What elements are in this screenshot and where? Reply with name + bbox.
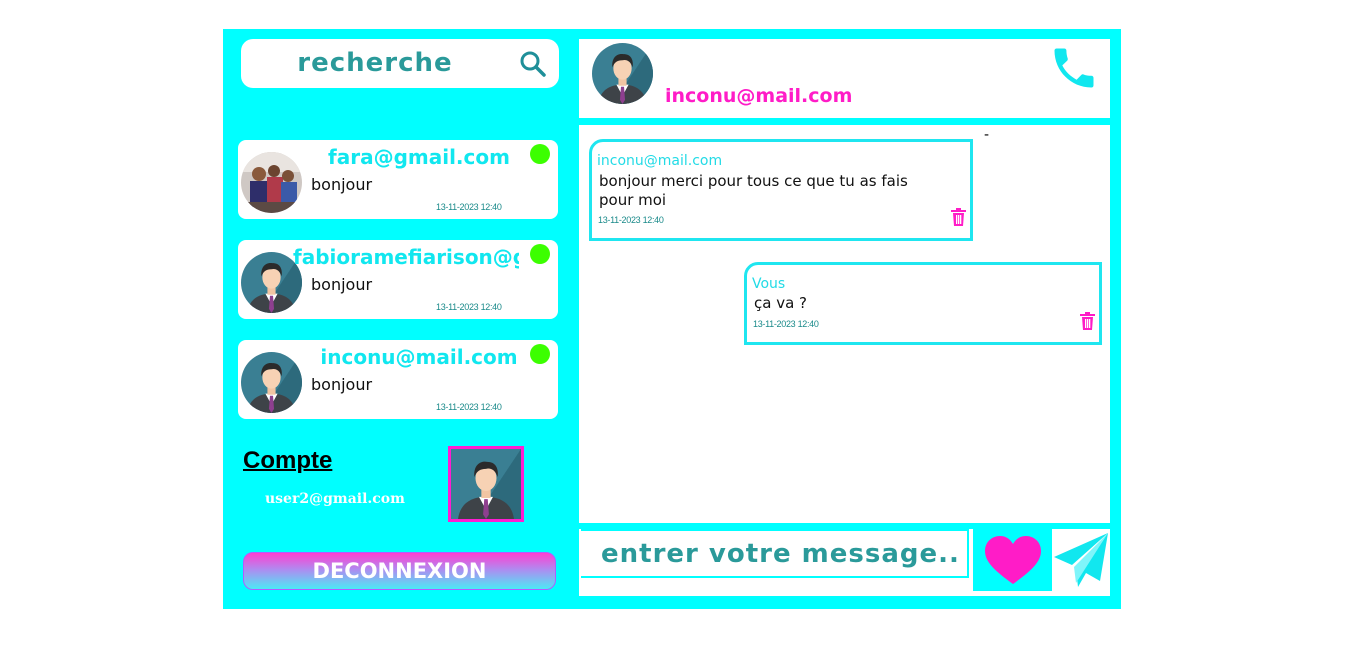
avatar [241, 352, 302, 413]
contact-email: fara@gmail.com [328, 145, 510, 169]
separator: - [984, 127, 990, 143]
message-list: - inconu@mail.com bonjour merci pour tou… [579, 125, 1110, 523]
contact-preview: bonjour [311, 175, 373, 194]
search-input[interactable] [255, 45, 495, 81]
contact-time: 13-11-2023 12:40 [436, 402, 502, 412]
online-status-dot [530, 344, 550, 364]
send-icon [1054, 533, 1108, 587]
avatar [241, 152, 302, 213]
online-status-dot [530, 144, 550, 164]
trash-icon[interactable] [1079, 312, 1096, 330]
online-status-dot [530, 244, 550, 264]
contact-time: 13-11-2023 12:40 [436, 302, 502, 312]
profile-avatar[interactable] [448, 446, 524, 522]
chat-contact-name: inconu@mail.com [665, 85, 853, 107]
contact-email: inconu@mail.com [320, 345, 518, 369]
account-email: user2@gmail.com [265, 491, 405, 507]
message-time: 13-11-2023 12:40 [598, 215, 664, 225]
message-text: bonjour merci pour tous ce que tu as fai… [599, 172, 908, 209]
search-icon[interactable] [519, 50, 547, 78]
messenger-app: fara@gmail.com bonjour 13-11-2023 12:40 … [223, 29, 1121, 609]
contact-item-fara[interactable]: fara@gmail.com bonjour 13-11-2023 12:40 [238, 140, 558, 219]
phone-icon[interactable] [1048, 42, 1100, 94]
message-sender: Vous [752, 276, 786, 292]
message-input[interactable] [581, 529, 969, 578]
message-sender: inconu@mail.com [597, 153, 723, 169]
search-bar [241, 39, 559, 88]
contact-preview: bonjour [311, 375, 373, 394]
account-label[interactable]: Compte [243, 447, 332, 475]
contact-email: fabioramefiarison@gmail.com [293, 245, 519, 269]
trash-icon[interactable] [950, 208, 967, 226]
message-time: 13-11-2023 12:40 [753, 319, 819, 329]
message-bubble-sent: Vous ça va ? 13-11-2023 12:40 [744, 262, 1102, 345]
contact-item-inconu[interactable]: inconu@mail.com bonjour 13-11-2023 12:40 [238, 340, 558, 419]
message-text: ça va ? [754, 294, 808, 312]
contact-time: 13-11-2023 12:40 [436, 202, 502, 212]
contact-preview: bonjour [311, 275, 373, 294]
chat-avatar [592, 43, 653, 104]
like-button[interactable] [973, 529, 1052, 591]
heart-icon [985, 536, 1041, 584]
chat-header: inconu@mail.com [579, 39, 1110, 118]
logout-button[interactable]: DECONNEXION [243, 552, 556, 590]
message-composer [579, 529, 1110, 596]
send-button[interactable] [1052, 529, 1110, 591]
contact-item-fabioramefiarison[interactable]: fabioramefiarison@gmail.com bonjour 13-1… [238, 240, 558, 319]
message-bubble-received: inconu@mail.com bonjour merci pour tous … [589, 139, 973, 241]
